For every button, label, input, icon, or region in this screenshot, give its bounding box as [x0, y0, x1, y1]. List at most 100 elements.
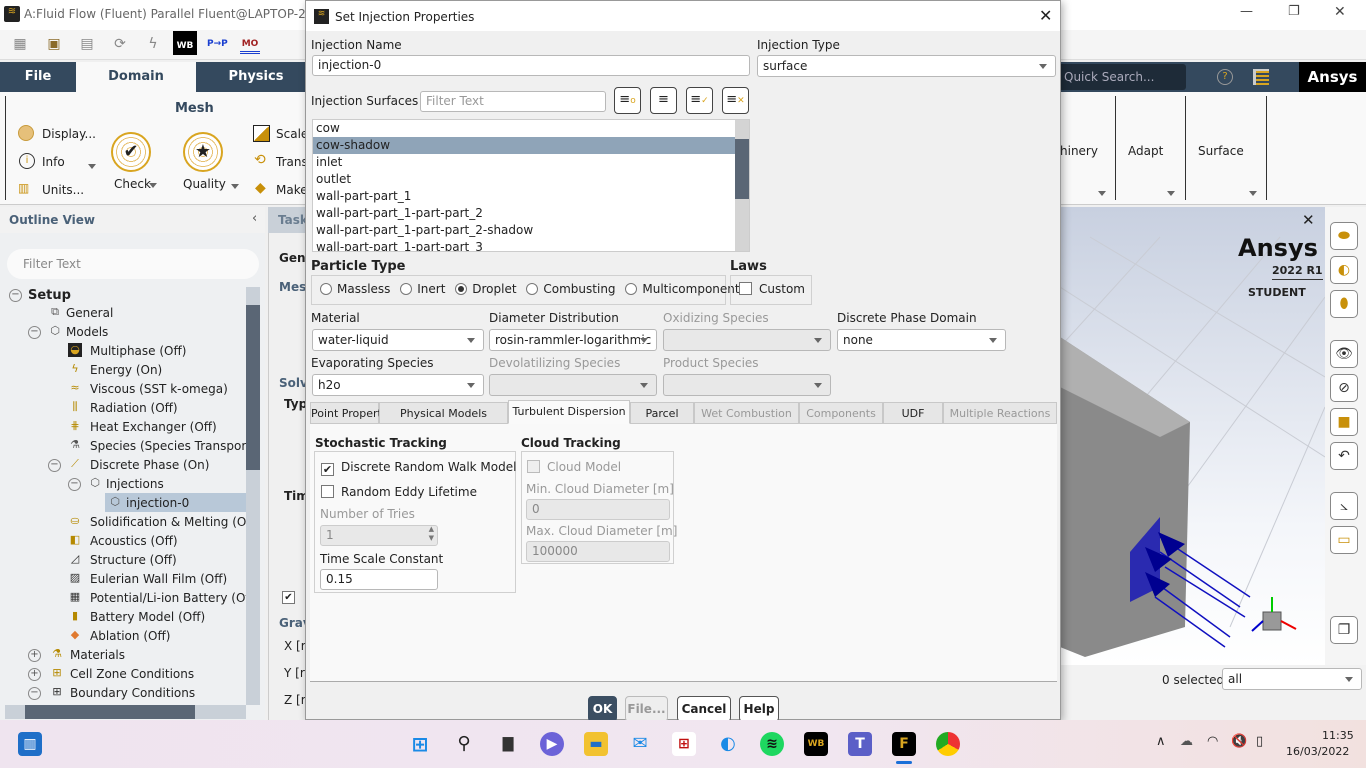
injection-name-input[interactable]: injection-0 — [312, 55, 750, 76]
expand-icon[interactable]: + — [28, 668, 41, 681]
radio-multicomponent[interactable]: Multicomponent — [625, 282, 740, 296]
quality-button[interactable]: Quality — [183, 177, 226, 191]
list-item[interactable]: wall-part-part_1-part-part_3 — [313, 239, 749, 251]
min-cloud-diameter-input[interactable]: 0 — [526, 499, 670, 520]
max-cloud-diameter-input[interactable]: 100000 — [526, 541, 670, 562]
expand-icon[interactable]: + — [28, 649, 41, 662]
tab-components[interactable]: Components — [799, 402, 883, 424]
tree-item-structure[interactable]: Structure (Off) — [90, 551, 177, 570]
teams-icon[interactable]: T — [848, 732, 872, 756]
tab-domain[interactable]: Domain — [76, 62, 196, 92]
import-icon[interactable]: ▣ — [44, 34, 64, 54]
axes-icon[interactable]: ⦣ — [1330, 492, 1358, 520]
tree-item-heat-exchanger[interactable]: Heat Exchanger (Off) — [90, 418, 217, 437]
tab-multiple-reactions[interactable]: Multiple Reactions — [943, 402, 1057, 424]
layout-icon[interactable] — [1253, 69, 1269, 85]
outline-hscroll-thumb[interactable] — [25, 705, 195, 719]
spotify-icon[interactable]: ≋ — [760, 732, 784, 756]
minimize-button[interactable]: — — [1240, 4, 1253, 19]
info-button[interactable]: Info — [42, 155, 65, 169]
fluent-taskbar-icon[interactable]: F — [892, 732, 916, 756]
tree-item-energy[interactable]: Energy (On) — [90, 361, 162, 380]
widgets-icon[interactable]: ▥ — [18, 732, 42, 756]
task-view-icon[interactable]: ▇ — [496, 732, 520, 756]
ok-button[interactable]: OK — [588, 696, 617, 722]
display-button[interactable]: Display... — [42, 127, 96, 141]
list-item[interactable]: wall-part-part_1 — [313, 188, 749, 205]
units-button[interactable]: Units... — [42, 183, 84, 197]
oxidizing-species-select[interactable] — [663, 329, 831, 351]
tab-turbulent-dispersion[interactable]: Turbulent Dispersion — [508, 400, 630, 424]
tree-item-cell-zone-conditions[interactable]: Cell Zone Conditions — [70, 665, 194, 684]
gravity-checkbox[interactable]: ✔ — [282, 591, 295, 604]
isolate-icon[interactable]: ■ — [1330, 408, 1358, 436]
tab-physical-models[interactable]: Physical Models — [379, 402, 508, 424]
deselect-all-icon[interactable]: ≡✕ — [722, 87, 749, 114]
close-window-button[interactable]: ✕ — [1334, 4, 1346, 20]
discrete-phase-domain-select[interactable]: none — [837, 329, 1006, 351]
tree-item-battery-model[interactable]: Battery Model (Off) — [90, 608, 205, 627]
outline-filter-input[interactable]: Filter Text — [7, 249, 259, 279]
tree-item-radiation[interactable]: Radiation (Off) — [90, 399, 178, 418]
collapse-icon[interactable]: − — [28, 326, 41, 339]
file-button[interactable]: File... — [625, 696, 668, 722]
tree-item-ablation[interactable]: Ablation (Off) — [90, 627, 170, 646]
file-explorer-icon[interactable]: ▬ — [584, 732, 608, 756]
shaded-display-icon[interactable]: ◐ — [1330, 256, 1358, 284]
edge-icon[interactable]: ◐ — [716, 732, 740, 756]
tree-item-injection-0[interactable]: injection-0 — [126, 494, 189, 513]
filter-match-icon[interactable]: ≡o — [614, 87, 641, 114]
number-of-tries-stepper[interactable]: 1 ▲ ▼ — [320, 525, 438, 546]
diameter-distribution-select[interactable]: rosin-rammler-logarithmic — [489, 329, 657, 351]
radio-inert[interactable]: Inert — [400, 282, 445, 296]
list-item[interactable]: wall-part-part_1-part-part_2 — [313, 205, 749, 222]
tab-udf[interactable]: UDF — [883, 402, 943, 424]
surface-dropdown-icon[interactable] — [1249, 191, 1257, 196]
drw-checkbox[interactable]: ✔ Discrete Random Walk Model — [321, 460, 516, 476]
evaporating-species-select[interactable]: h2o — [312, 374, 484, 396]
injection-type-select[interactable]: surface — [757, 55, 1056, 77]
time-scale-constant-input[interactable]: 0.15 — [320, 569, 438, 590]
tree-item-models[interactable]: Models — [66, 323, 108, 342]
save-icon[interactable]: ▤ — [77, 34, 97, 54]
tree-item-eulerian-wall-film[interactable]: Eulerian Wall Film (Off) — [90, 570, 227, 589]
start-icon[interactable]: ⊞ — [408, 732, 432, 756]
list-item[interactable]: cow — [313, 120, 749, 137]
collapse-icon[interactable]: − — [9, 289, 22, 302]
tree-item-general[interactable]: General — [66, 304, 113, 323]
injection-surfaces-list[interactable]: cow cow-shadow inlet outlet wall-part-pa… — [312, 119, 750, 252]
mail-icon[interactable]: ✉ — [628, 732, 652, 756]
tab-parcel[interactable]: Parcel — [630, 402, 694, 424]
show-hidden-icons-chevron[interactable]: ∧ — [1156, 734, 1166, 749]
collapse-icon[interactable]: − — [28, 687, 41, 700]
collapse-icon[interactable]: − — [48, 459, 61, 472]
quality-dropdown-icon[interactable] — [231, 184, 239, 189]
ruler-icon[interactable]: ▭ — [1330, 526, 1358, 554]
tree-item-injections[interactable]: Injections — [106, 475, 164, 494]
workbench-icon[interactable]: WB — [173, 31, 197, 55]
material-select[interactable]: water-liquid — [312, 329, 484, 351]
battery-icon[interactable]: ▯ — [1256, 734, 1263, 749]
close-graphics-icon[interactable]: ✕ — [1302, 211, 1315, 229]
tab-wet-combustion[interactable]: Wet Combustion — [694, 402, 799, 424]
tree-item-species[interactable]: Species (Species Transport — [90, 437, 246, 456]
list-item[interactable]: outlet — [313, 171, 749, 188]
show-icon[interactable]: 👁 — [1330, 340, 1358, 368]
adapt-group[interactable]: Adapt — [1128, 144, 1163, 158]
reset-view-icon[interactable]: ↶ — [1330, 442, 1358, 470]
outline-scroll-thumb[interactable] — [246, 305, 260, 470]
radio-droplet[interactable]: Droplet — [455, 282, 517, 296]
tab-physics[interactable]: Physics — [196, 62, 316, 92]
onedrive-cloud-icon[interactable]: ☁ — [1180, 734, 1193, 749]
list-item[interactable]: wall-part-part_1-part-part_2-shadow — [313, 222, 749, 239]
clock-time[interactable]: 11:35 — [1322, 729, 1354, 742]
mesh-cube-icon[interactable]: ▦ — [10, 34, 30, 54]
chat-icon[interactable]: ▶ — [540, 732, 564, 756]
tab-file[interactable]: File — [0, 62, 76, 92]
tree-item-setup[interactable]: Setup — [28, 286, 71, 305]
tree-item-viscous[interactable]: Viscous (SST k-omega) — [90, 380, 228, 399]
transform-button[interactable]: Trans — [276, 155, 308, 169]
machinery-dropdown-icon[interactable] — [1098, 191, 1106, 196]
check-mesh-icon[interactable]: ✔ — [111, 132, 151, 172]
help-button[interactable]: Help — [739, 696, 779, 722]
